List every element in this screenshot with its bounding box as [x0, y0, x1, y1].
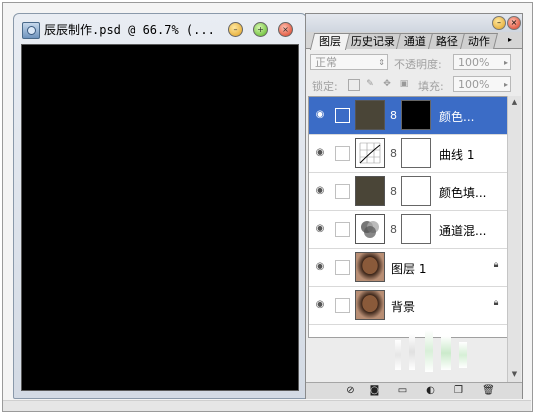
maximize-button[interactable]: +	[253, 22, 268, 37]
eye-icon[interactable]: ◉	[313, 146, 327, 160]
opacity-input[interactable]: 100% ▸	[453, 54, 511, 70]
layers-footer: ⊘ ◙ ▭ ◐ ❐ 🗑︎	[306, 382, 522, 399]
curves-graph-icon	[359, 142, 381, 164]
eye-icon[interactable]: ◉	[313, 260, 327, 274]
updown-arrow-icon: ⇕	[378, 58, 385, 67]
photoshop-document-icon	[22, 22, 40, 39]
fill-label: 填充:	[418, 80, 444, 93]
layer-mask-thumbnail[interactable]	[401, 214, 431, 244]
portrait-thumbnail	[355, 290, 385, 320]
new-layer-icon[interactable]: ❐	[452, 384, 465, 397]
document-window: 辰辰制作.psd @ 66.7% (... – + ×	[13, 13, 307, 399]
eye-icon[interactable]: ◉	[313, 298, 327, 312]
layer-link-box[interactable]	[335, 184, 350, 199]
lock-all-icon[interactable]: ▣	[399, 79, 409, 89]
lock-icon: 🔒︎	[493, 298, 499, 308]
adjustment-icon[interactable]: ◐	[424, 384, 437, 397]
layer-link-box[interactable]	[335, 146, 350, 161]
chain-link-icon[interactable]: 8	[390, 147, 397, 160]
tab-history[interactable]: 历史记录	[344, 33, 402, 49]
link-icon[interactable]: ⊘	[344, 384, 357, 397]
panel-tabs: 图层 历史记录 通道 路径 动作 ▸	[306, 32, 522, 50]
blend-mode-select[interactable]: 正常 ⇕	[310, 54, 388, 70]
panel-title-bar[interactable]: – ×	[306, 14, 522, 32]
chain-link-icon[interactable]: 8	[390, 223, 397, 236]
chain-link-icon[interactable]: 8	[390, 185, 397, 198]
color-fill-thumbnail	[355, 100, 385, 130]
layer-row-layer1[interactable]: ◉ 图层 1 🔒︎	[309, 249, 507, 287]
layer-row-color-fill[interactable]: ◉ 8 颜色填...	[309, 173, 507, 211]
layer-row-background[interactable]: ◉ 背景 🔒︎	[309, 287, 507, 325]
tab-actions[interactable]: 动作	[460, 33, 498, 49]
eye-icon[interactable]: ◉	[313, 184, 327, 198]
panel-close-button[interactable]: ×	[507, 16, 521, 30]
layer-row-channel-mixer[interactable]: ◉ 8 通道混...	[309, 211, 507, 249]
panel-menu-arrow-icon[interactable]: ▸	[508, 33, 512, 47]
document-canvas[interactable]	[21, 44, 299, 391]
eye-icon[interactable]: ◉	[313, 108, 327, 122]
color-fill-thumbnail	[355, 176, 385, 206]
layer-link-box[interactable]	[335, 108, 350, 123]
panel-minimize-button[interactable]: –	[492, 16, 506, 30]
portrait-thumbnail	[355, 252, 385, 282]
blend-opacity-row: 正常 ⇕ 不透明度: 100% ▸	[306, 52, 522, 74]
dropdown-arrow-icon: ▸	[503, 58, 508, 67]
bottom-strip	[3, 400, 531, 411]
fx-icon[interactable]: ◙	[368, 384, 381, 397]
lock-fill-row: 锁定: ✎ ✥ ▣ 填充: 100% ▸	[306, 74, 522, 96]
lock-brush-icon[interactable]: ✎	[365, 79, 375, 89]
chain-link-icon[interactable]: 8	[390, 109, 397, 122]
layer-name: 颜色...	[439, 110, 475, 124]
layers-list: ◉ 8 颜色... ◉ 8 曲线 1 ◉ 8 颜色填... ◉ 8 通道混...…	[308, 96, 508, 338]
fill-input[interactable]: 100% ▸	[453, 76, 511, 92]
document-title: 辰辰制作.psd @ 66.7% (...	[44, 23, 215, 37]
layer-name: 背景	[391, 300, 416, 314]
layer-name: 通道混...	[439, 224, 487, 238]
layer-name: 曲线 1	[439, 148, 475, 162]
layers-scrollbar[interactable]: ▲ ▼	[507, 96, 521, 382]
document-title-bar[interactable]: 辰辰制作.psd @ 66.7% (... – + ×	[14, 14, 306, 44]
dropdown-arrow-icon: ▸	[503, 80, 508, 89]
layer-row-curves[interactable]: ◉ 8 曲线 1	[309, 135, 507, 173]
lock-transparency-icon[interactable]	[348, 79, 360, 91]
trash-icon[interactable]: 🗑︎	[482, 384, 495, 397]
close-button[interactable]: ×	[278, 22, 293, 37]
channel-mixer-icon	[361, 221, 379, 238]
layer-name: 图层 1	[391, 262, 427, 276]
mask-icon[interactable]: ▭	[396, 384, 409, 397]
scroll-down-icon[interactable]: ▼	[508, 368, 521, 380]
opacity-label: 不透明度:	[394, 58, 442, 71]
lock-icon: 🔒︎	[493, 260, 499, 270]
lock-move-icon[interactable]: ✥	[382, 79, 392, 89]
minimize-button[interactable]: –	[228, 22, 243, 37]
layer-name: 颜色填...	[439, 186, 487, 200]
scroll-up-icon[interactable]: ▲	[508, 96, 521, 108]
layer-row-color-fill-selected[interactable]: ◉ 8 颜色...	[309, 97, 507, 135]
tab-layers[interactable]: 图层	[309, 33, 351, 50]
layer-mask-thumbnail[interactable]	[401, 138, 431, 168]
layer-link-box[interactable]	[335, 298, 350, 313]
layer-link-box[interactable]	[335, 260, 350, 275]
eye-icon[interactable]: ◉	[313, 222, 327, 236]
watermark-graphic	[395, 330, 485, 375]
lock-label: 锁定:	[312, 80, 338, 93]
curves-thumbnail	[355, 138, 385, 168]
layer-mask-thumbnail[interactable]	[401, 176, 431, 206]
layer-mask-thumbnail[interactable]	[401, 100, 431, 130]
layer-link-box[interactable]	[335, 222, 350, 237]
channel-mixer-thumbnail	[355, 214, 385, 244]
